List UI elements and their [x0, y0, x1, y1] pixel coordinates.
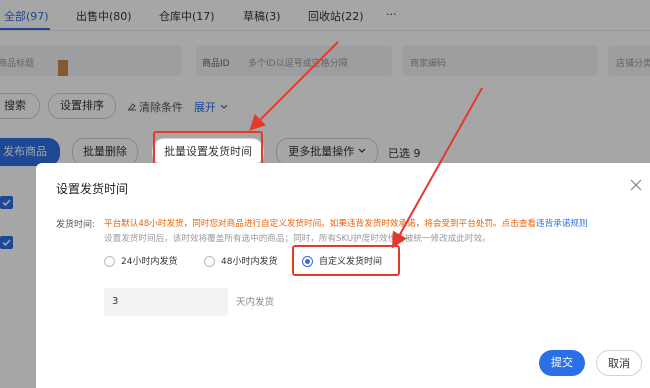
arrow-to-custom-option	[392, 87, 483, 249]
annotation-arrows	[249, 41, 483, 249]
arrow-to-batch-ship	[249, 41, 339, 131]
